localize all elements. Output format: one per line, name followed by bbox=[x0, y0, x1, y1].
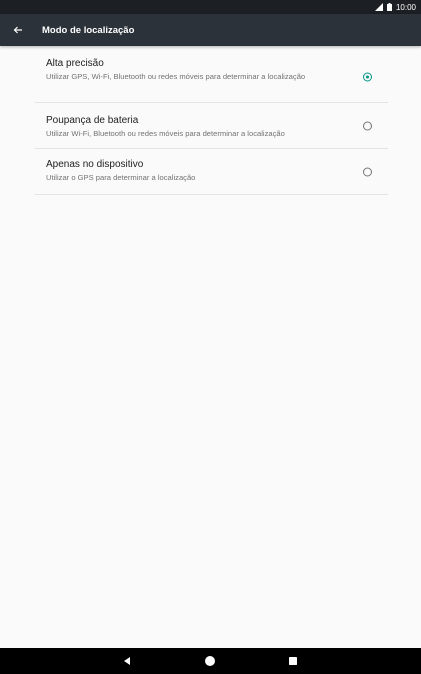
arrow-back-icon bbox=[13, 26, 22, 34]
radio-battery-saving[interactable] bbox=[363, 121, 372, 130]
nav-recents-button[interactable] bbox=[280, 648, 306, 674]
app-bar: Modo de localização bbox=[0, 14, 421, 46]
back-button[interactable] bbox=[0, 14, 36, 46]
radio-device-only[interactable] bbox=[363, 167, 372, 176]
back-triangle-icon bbox=[124, 657, 130, 665]
home-circle-icon bbox=[205, 656, 215, 666]
battery-icon bbox=[386, 3, 392, 11]
option-high-accuracy[interactable]: Alta precisão Utilizar GPS, Wi-Fi, Bluet… bbox=[35, 52, 388, 103]
option-battery-saving[interactable]: Poupança de bateria Utilizar Wi-Fi, Blue… bbox=[35, 103, 388, 149]
nav-back-button[interactable] bbox=[114, 648, 140, 674]
status-time: 10:00 bbox=[395, 2, 416, 12]
option-subtitle: Utilizar GPS, Wi-Fi, Bluetooth ou redes … bbox=[46, 72, 306, 81]
signal-icon bbox=[374, 3, 383, 11]
option-device-only[interactable]: Apenas no dispositivo Utilizar o GPS par… bbox=[35, 149, 388, 195]
radio-high-accuracy[interactable] bbox=[363, 72, 372, 82]
page-title: Modo de localização bbox=[42, 24, 135, 36]
option-subtitle: Utilizar o GPS para determinar a localiz… bbox=[46, 173, 196, 182]
nav-home-button[interactable] bbox=[197, 648, 223, 674]
navigation-bar bbox=[0, 648, 421, 674]
status-bar: 10:00 bbox=[0, 0, 421, 14]
location-mode-list: Alta precisão Utilizar GPS, Wi-Fi, Bluet… bbox=[35, 52, 388, 195]
option-title: Poupança de bateria bbox=[46, 115, 139, 126]
option-subtitle: Utilizar Wi-Fi, Bluetooth ou redes móvei… bbox=[46, 129, 285, 138]
option-title: Apenas no dispositivo bbox=[46, 159, 144, 170]
recents-square-icon bbox=[289, 657, 297, 665]
option-title: Alta precisão bbox=[46, 58, 104, 69]
